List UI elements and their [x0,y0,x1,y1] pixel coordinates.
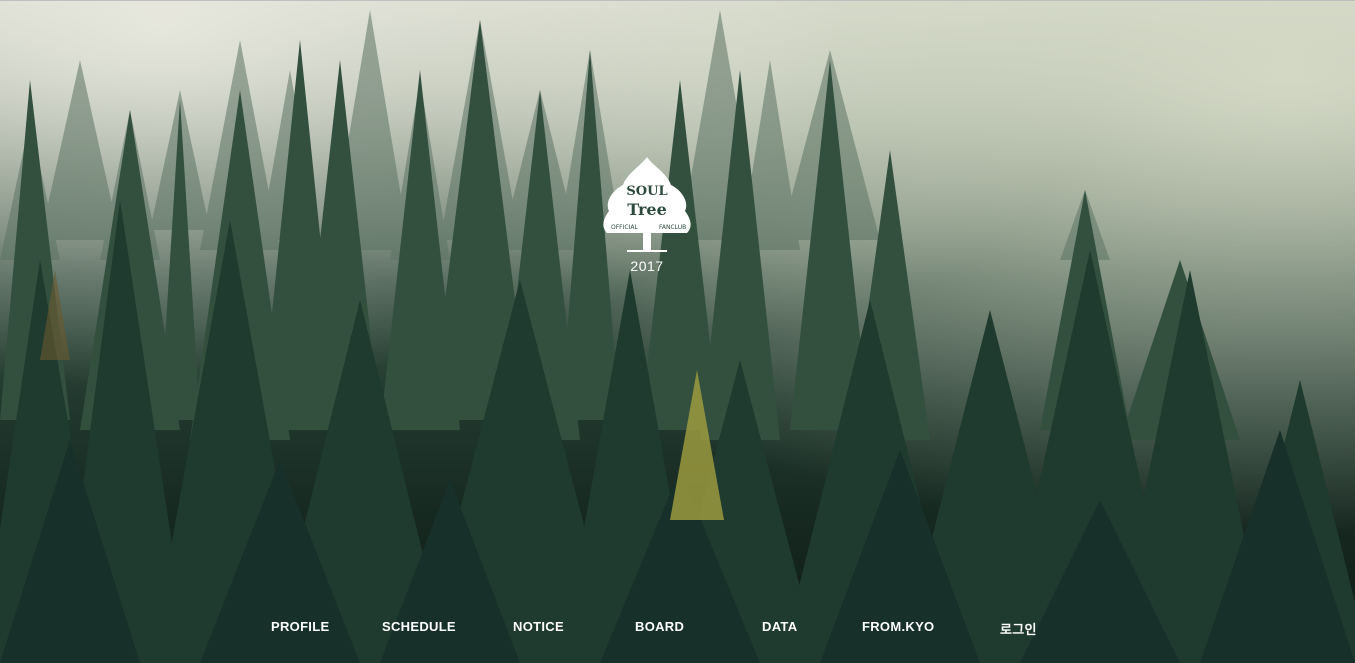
hero-background: SOUL Tree OFFICIAL FANCLUB 2017 PROFILE … [0,0,1355,663]
svg-text:OFFICIAL: OFFICIAL [611,224,638,231]
logo-year: 2017 [630,258,664,274]
nav-item-from-kyo[interactable]: FROM.KYO [862,619,934,634]
nav-item-data[interactable]: DATA [762,619,797,634]
nav-item-board[interactable]: BOARD [635,619,684,634]
logo-text-main: SOUL [626,184,667,199]
svg-text:FANCLUB: FANCLUB [659,224,686,231]
svg-text:Tree: Tree [627,200,667,219]
nav-item-profile[interactable]: PROFILE [271,619,329,634]
forest-illustration [0,10,1355,663]
nav-item-notice[interactable]: NOTICE [513,619,564,634]
main-nav: PROFILE SCHEDULE NOTICE BOARD DATA FROM.… [0,619,1355,639]
top-border [0,0,1355,1]
nav-item-schedule[interactable]: SCHEDULE [382,619,456,634]
tree-emblem-icon[interactable]: SOUL Tree OFFICIAL FANCLUB [597,155,697,255]
nav-item-login[interactable]: 로그인 [1000,619,1037,638]
